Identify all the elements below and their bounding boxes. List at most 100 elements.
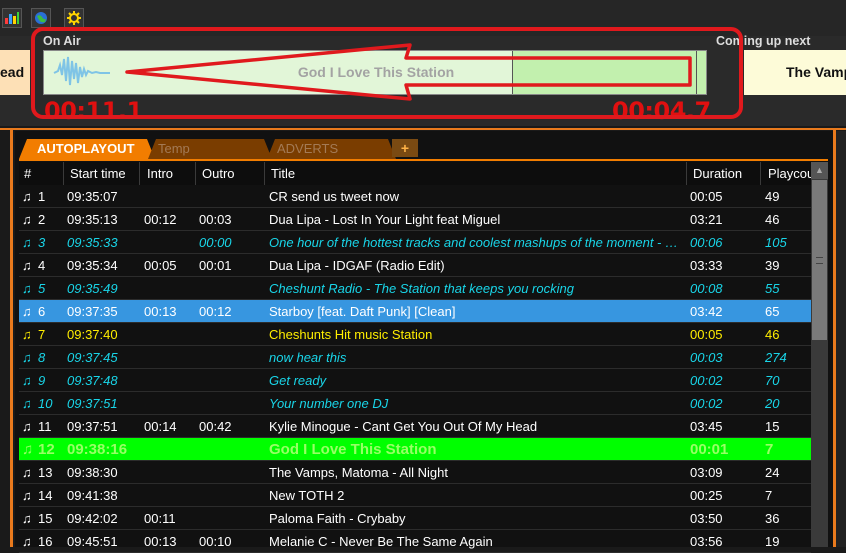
- row-start-time: 09:37:51: [67, 419, 118, 434]
- music-note-icon: ♫: [22, 465, 32, 480]
- row-intro: 00:05: [144, 258, 177, 273]
- row-duration: 00:06: [690, 235, 723, 250]
- row-number: 5: [38, 281, 46, 296]
- tab-autoplayout[interactable]: AUTOPLAYOUT: [19, 139, 155, 159]
- table-row[interactable]: ♫ 2 09:35:13 00:12 00:03 Dua Lipa - Lost…: [19, 208, 811, 231]
- row-duration: 00:02: [690, 396, 723, 411]
- table-row[interactable]: ♫ 8 09:37:45 now hear this 00:03 274: [19, 346, 811, 369]
- table-row[interactable]: ♫ 12 09:38:16 God I Love This Station 00…: [19, 438, 811, 461]
- col-header-title[interactable]: Title: [271, 162, 296, 185]
- row-outro: 00:12: [199, 304, 232, 319]
- on-air-label: On Air: [43, 34, 81, 48]
- table-row[interactable]: ♫ 6 09:37:35 00:13 00:12 Starboy [feat. …: [19, 300, 811, 323]
- col-header-start-time[interactable]: Start time: [70, 162, 126, 185]
- on-air-title: God I Love This Station: [297, 64, 455, 80]
- row-duration: 03:33: [690, 258, 723, 273]
- row-playcount: 24: [765, 465, 780, 480]
- row-playcount: 7: [765, 441, 774, 458]
- col-header-outro[interactable]: Outro: [202, 162, 235, 185]
- tab-temp[interactable]: Temp: [148, 139, 272, 159]
- col-header-intro[interactable]: Intro: [147, 162, 174, 185]
- col-header-duration[interactable]: Duration: [693, 162, 743, 185]
- playlist-table-body: ♫ 1 09:35:07 CR send us tweet now 00:05 …: [19, 185, 811, 553]
- right-panel-edge: [836, 131, 846, 547]
- row-number: 8: [38, 350, 46, 365]
- row-duration: 00:05: [690, 327, 723, 342]
- row-playcount: 15: [765, 419, 780, 434]
- add-tab-button[interactable]: +: [392, 139, 418, 157]
- row-start-time: 09:45:51: [67, 534, 118, 549]
- coming-up-text: The Vamps: [786, 64, 846, 80]
- row-title: One hour of the hottest tracks and coole…: [269, 235, 687, 250]
- remaining-time: 00:04.7: [612, 97, 711, 125]
- row-intro: 00:11: [144, 511, 176, 526]
- table-row[interactable]: ♫ 1 09:35:07 CR send us tweet now 00:05 …: [19, 185, 811, 208]
- row-number: 6: [38, 304, 46, 319]
- scroll-up-icon[interactable]: ▲: [811, 162, 828, 179]
- col-sep[interactable]: [139, 162, 140, 185]
- coming-up-deck[interactable]: The Vamps: [744, 50, 846, 95]
- col-sep[interactable]: [264, 162, 265, 185]
- table-row[interactable]: ♫ 10 09:37:51 Your number one DJ 00:02 2…: [19, 392, 811, 415]
- table-row[interactable]: ♫ 15 09:42:02 00:11 Paloma Faith - Cryba…: [19, 507, 811, 530]
- col-sep[interactable]: [195, 162, 196, 185]
- row-playcount: 7: [765, 488, 773, 503]
- music-note-icon: ♫: [22, 350, 32, 365]
- row-number: 12: [38, 441, 55, 458]
- previous-deck-text: ead: [0, 64, 25, 80]
- row-duration: 03:21: [690, 212, 723, 227]
- music-note-icon: ♫: [22, 281, 32, 296]
- table-row[interactable]: ♫ 14 09:41:38 New TOTH 2 00:25 7: [19, 484, 811, 507]
- table-row[interactable]: ♫ 11 09:37:51 00:14 00:42 Kylie Minogue …: [19, 415, 811, 438]
- tab-adverts[interactable]: ADVERTS: [267, 139, 396, 159]
- row-start-time: 09:37:35: [67, 304, 118, 319]
- table-row[interactable]: ♫ 13 09:38:30 The Vamps, Matoma - All Ni…: [19, 461, 811, 484]
- row-title: Your number one DJ: [269, 396, 389, 411]
- music-note-icon: ♫: [22, 511, 32, 526]
- row-duration: 00:25: [690, 488, 723, 503]
- row-number: 1: [38, 189, 46, 204]
- gear-icon[interactable]: [64, 8, 84, 28]
- row-title: Dua Lipa - IDGAF (Radio Edit): [269, 258, 445, 273]
- on-air-deck[interactable]: God I Love This Station: [43, 50, 707, 95]
- row-number: 4: [38, 258, 46, 273]
- col-sep[interactable]: [686, 162, 687, 185]
- col-header-playcount[interactable]: Playcount: [768, 162, 811, 185]
- row-duration: 03:56: [690, 534, 723, 549]
- col-header-num[interactable]: #: [24, 162, 32, 185]
- table-row[interactable]: ♫ 5 09:35:49 Cheshunt Radio - The Statio…: [19, 277, 811, 300]
- globe-icon[interactable]: [31, 8, 51, 28]
- bar-chart-icon[interactable]: [2, 8, 22, 28]
- row-playcount: 105: [765, 235, 787, 250]
- row-outro: 00:01: [199, 258, 232, 273]
- row-duration: 03:42: [690, 304, 723, 319]
- col-sep[interactable]: [63, 162, 64, 185]
- row-title: now hear this: [269, 350, 347, 365]
- row-playcount: 36: [765, 511, 780, 526]
- music-note-icon: ♫: [22, 189, 32, 204]
- table-row[interactable]: ♫ 4 09:35:34 00:05 00:01 Dua Lipa - IDGA…: [19, 254, 811, 277]
- music-note-icon: ♫: [22, 419, 32, 434]
- previous-deck[interactable]: ead: [0, 50, 30, 95]
- music-note-icon: ♫: [22, 534, 32, 549]
- row-number: 16: [38, 534, 53, 549]
- music-note-icon: ♫: [22, 373, 32, 388]
- row-title: Kylie Minogue - Cant Get You Out Of My H…: [269, 419, 538, 434]
- panel-border-left: [10, 130, 13, 547]
- row-intro: 00:12: [144, 212, 177, 227]
- col-sep[interactable]: [760, 162, 761, 185]
- row-duration: 00:08: [690, 281, 723, 296]
- row-playcount: 65: [765, 304, 780, 319]
- table-row[interactable]: ♫ 3 09:35:33 00:00 One hour of the hotte…: [19, 231, 811, 254]
- row-outro: 00:00: [199, 235, 232, 250]
- table-row[interactable]: ♫ 7 09:37:40 Cheshunts Hit music Station…: [19, 323, 811, 346]
- row-number: 14: [38, 488, 53, 503]
- row-start-time: 09:37:48: [67, 373, 118, 388]
- row-title: CR send us tweet now: [269, 189, 400, 204]
- row-start-time: 09:37:40: [67, 327, 118, 342]
- table-row[interactable]: ♫ 16 09:45:51 00:13 00:10 Melanie C - Ne…: [19, 530, 811, 553]
- music-note-icon: ♫: [22, 212, 32, 227]
- table-row[interactable]: ♫ 9 09:37:48 Get ready 00:02 70: [19, 369, 811, 392]
- row-outro: 00:42: [199, 419, 232, 434]
- row-playcount: 274: [765, 350, 787, 365]
